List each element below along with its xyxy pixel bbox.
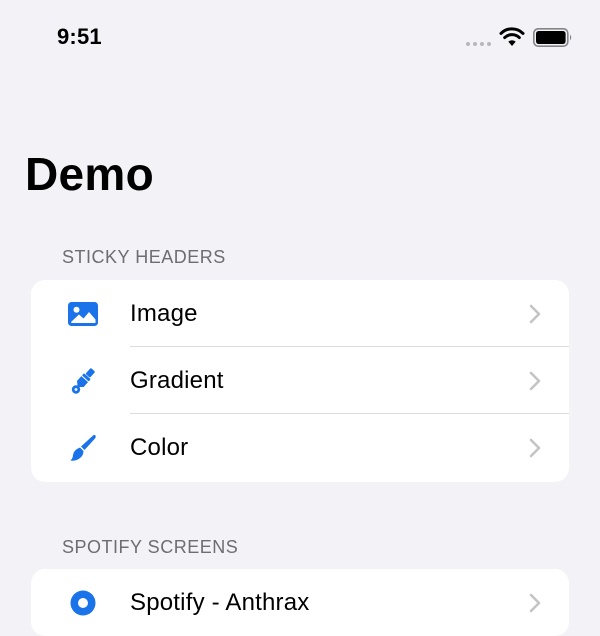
status-time: 9:51 — [57, 24, 102, 49]
status-bar: 9:51 — [0, 0, 600, 76]
section-header-sticky-headers: STICKY HEADERS — [62, 247, 226, 267]
battery-icon — [533, 28, 572, 47]
list-row-label: Gradient — [130, 366, 224, 394]
chevron-right-icon — [529, 371, 541, 390]
paintbrush-icon — [67, 432, 99, 464]
list-row-gradient[interactable]: Gradient — [31, 347, 569, 414]
list-row-label: Image — [130, 299, 198, 327]
chevron-right-icon — [529, 304, 541, 323]
list-row-label: Color — [130, 433, 189, 461]
chevron-right-icon — [529, 438, 541, 457]
list-row-spotify-anthrax[interactable]: Spotify - Anthrax — [31, 569, 569, 636]
wifi-icon — [499, 27, 525, 46]
spotify-screens-group: Spotify - Anthrax — [31, 569, 569, 636]
chevron-right-icon — [529, 593, 541, 612]
list-row-color[interactable]: Color — [31, 414, 569, 481]
section-header-spotify-screens: SPOTIFY SCREENS — [62, 537, 239, 557]
list-row-image[interactable]: Image — [31, 280, 569, 347]
paintbrush-pointed-icon — [67, 365, 99, 397]
photo-icon — [67, 298, 99, 330]
sticky-headers-group: Image Gradient Color — [31, 280, 569, 482]
signal-dots-icon — [466, 42, 491, 46]
page-title: Demo — [25, 148, 155, 200]
list-row-label: Spotify - Anthrax — [130, 588, 310, 616]
